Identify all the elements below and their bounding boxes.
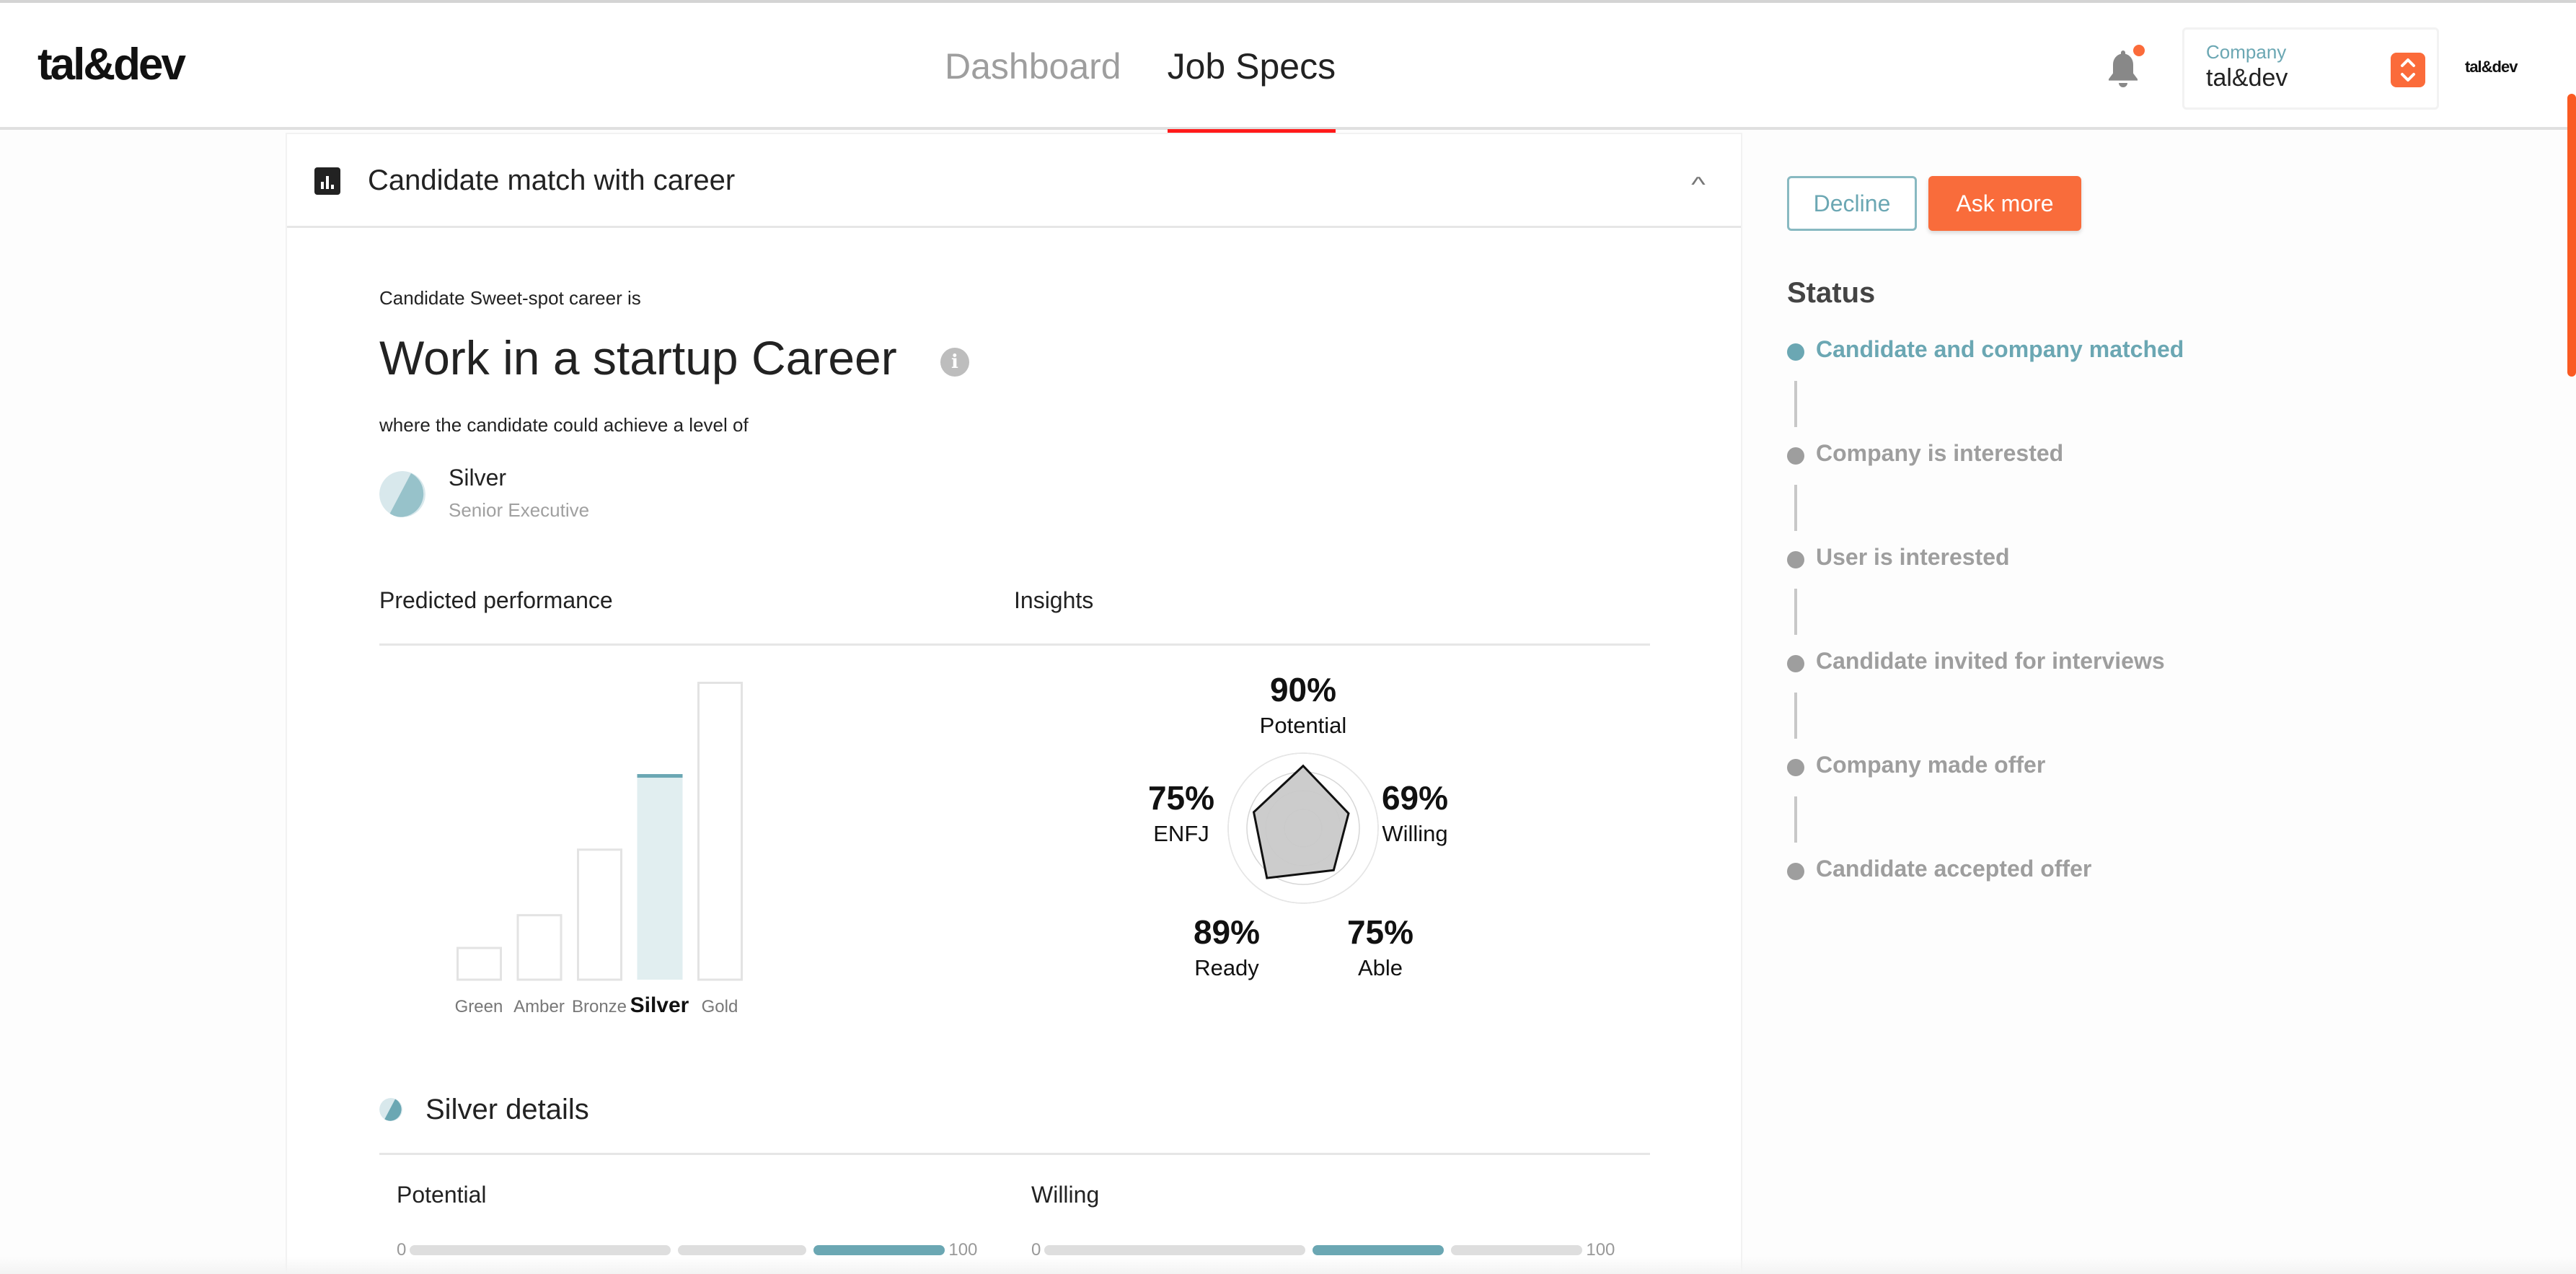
- bar-label: Amber: [513, 997, 565, 1016]
- level-intro: where the candidate could achieve a leve…: [379, 414, 749, 436]
- card-title: Candidate match with career: [368, 164, 736, 196]
- silver-level-icon: [379, 471, 425, 517]
- range-segment: [1044, 1245, 1306, 1255]
- radar-axis-label: Willing: [1382, 821, 1447, 846]
- radar-value: 69%: [1382, 779, 1448, 817]
- bar-gold: [697, 682, 743, 981]
- silver-details-title: Silver details: [425, 1094, 589, 1125]
- radar-value: 89%: [1194, 913, 1260, 951]
- status-dot: [1787, 447, 1804, 465]
- bar-bronze: [577, 848, 622, 981]
- tab-job-specs[interactable]: Job Specs: [1167, 3, 1336, 133]
- range-segment-active: [813, 1245, 945, 1255]
- chevron-up-icon[interactable]: ^: [1691, 173, 1706, 198]
- top-header: tal&dev Dashboard Job Specs Company tal&…: [0, 3, 2576, 133]
- range-segment-active: [1313, 1245, 1444, 1255]
- card-header[interactable]: Candidate match with career ^: [287, 134, 1741, 228]
- status-title: Status: [1787, 277, 1876, 309]
- bar-chart-icon: [314, 167, 340, 195]
- level-name: Silver: [449, 465, 507, 491]
- status-dot: [1787, 863, 1804, 880]
- radar-axis-label: Able: [1358, 955, 1403, 980]
- info-icon[interactable]: i: [940, 348, 969, 377]
- radar-axis-label: Ready: [1194, 955, 1259, 980]
- status-connector: [1794, 589, 1797, 635]
- status-step-label: User is interested: [1816, 544, 2010, 570]
- decline-button[interactable]: Decline: [1787, 176, 1917, 231]
- user-avatar[interactable]: tal&dev: [2465, 58, 2518, 76]
- bar-silver: [637, 774, 683, 980]
- radar-axis-label: ENFJ: [1153, 821, 1209, 846]
- status-connector: [1794, 485, 1797, 531]
- details-divider: [379, 1153, 1650, 1155]
- status-connector: [1794, 693, 1797, 739]
- status-connector: [1794, 381, 1797, 427]
- silver-details-icon: [379, 1098, 402, 1121]
- radar-value: 75%: [1148, 779, 1214, 817]
- status-dot: [1787, 655, 1804, 672]
- sweet-spot-intro: Candidate Sweet-spot career is: [379, 287, 641, 309]
- status-dot: [1787, 343, 1804, 361]
- status-connector: [1794, 796, 1797, 843]
- status-step-label: Candidate invited for interviews: [1816, 648, 2165, 674]
- range-segment: [410, 1245, 671, 1255]
- section-divider: [379, 643, 1650, 646]
- notification-badge: [2133, 45, 2145, 56]
- bottom-fade: [0, 1257, 2576, 1274]
- status-step-label: Candidate accepted offer: [1816, 856, 2092, 882]
- bar-green: [456, 946, 502, 981]
- predicted-performance-chart: Green Amber Bronze Silver Gold: [455, 682, 743, 1017]
- bar-marker: [637, 774, 683, 778]
- status-step-label: Company is interested: [1816, 440, 2064, 466]
- insights-radar-chart: 90% Potential 69% Willing 75% Able 89% Ready 75%…: [1148, 671, 1448, 980]
- radar-value: 75%: [1347, 913, 1413, 951]
- level-subtitle: Senior Executive: [449, 499, 590, 521]
- range-segment: [1451, 1245, 1583, 1255]
- metric-label-potential: Potential: [397, 1182, 487, 1208]
- bar-label: Gold: [702, 997, 738, 1016]
- career-title: Work in a startup Career: [379, 331, 897, 385]
- company-selector[interactable]: Company tal&dev: [2182, 27, 2439, 110]
- bar-label: Silver: [630, 993, 689, 1017]
- app-logo[interactable]: tal&dev: [38, 39, 186, 90]
- chevron-up-down-icon[interactable]: [2391, 53, 2425, 87]
- main-nav: Dashboard Job Specs: [945, 3, 1382, 133]
- metric-label-willing: Willing: [1031, 1182, 1100, 1208]
- ask-more-button[interactable]: Ask more: [1928, 176, 2081, 231]
- status-dot: [1787, 759, 1804, 776]
- predicted-performance-label: Predicted performance: [379, 587, 613, 613]
- status-dot: [1787, 551, 1804, 568]
- insights-label: Insights: [1014, 587, 1094, 613]
- company-label: Company: [2206, 41, 2287, 63]
- bar-label: Bronze: [572, 997, 627, 1016]
- radar-value: 90%: [1270, 671, 1336, 708]
- bar-amber: [516, 914, 563, 981]
- company-value: tal&dev: [2206, 64, 2288, 92]
- radar-shape: [1252, 764, 1350, 879]
- tab-dashboard[interactable]: Dashboard: [945, 3, 1121, 130]
- status-step-label: Candidate and company matched: [1816, 336, 2184, 362]
- range-segment: [678, 1245, 807, 1255]
- radar-axis-label: Potential: [1260, 713, 1347, 738]
- page-scrollbar[interactable]: [2567, 94, 2576, 377]
- status-step-label: Company made offer: [1816, 752, 2046, 778]
- bar-label: Green: [455, 997, 503, 1016]
